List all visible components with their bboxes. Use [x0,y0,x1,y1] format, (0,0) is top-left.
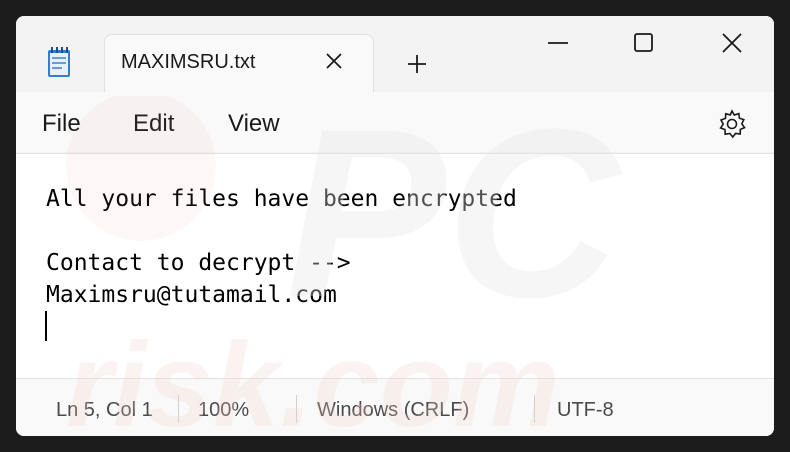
status-line-ending[interactable]: Windows (CRLF) [317,399,469,422]
status-divider [534,395,535,423]
status-bar: Ln 5, Col 1 100% Windows (CRLF) UTF-8 [16,378,774,436]
status-divider [296,395,297,423]
editor-line-4: Maximsru@tutamail.com [46,282,337,308]
maximize-icon[interactable] [622,26,666,60]
status-zoom[interactable]: 100% [198,399,249,422]
menu-bar: File Edit View [16,92,774,152]
notepad-window: MAXIMSRU.txt File Edit View All your fil… [16,16,774,436]
text-caret [45,311,47,341]
menu-view[interactable]: View [228,110,280,138]
minimize-icon[interactable] [536,26,580,60]
status-encoding[interactable]: UTF-8 [557,399,614,422]
notepad-icon [48,47,70,77]
tab-title: MAXIMSRU.txt [121,51,256,73]
editor-line-1: All your files have been encrypted [46,186,517,212]
status-cursor-position: Ln 5, Col 1 [56,399,153,421]
plus-icon[interactable] [402,49,432,79]
gear-icon[interactable] [716,108,748,140]
editor-line-3: Contact to decrypt --> [46,250,351,276]
close-icon[interactable] [319,46,349,76]
close-icon[interactable] [710,26,754,60]
menu-file[interactable]: File [42,110,81,138]
title-bar: MAXIMSRU.txt [16,16,774,93]
text-editor[interactable]: All your files have been encrypted Conta… [16,153,774,378]
menu-edit[interactable]: Edit [133,110,174,138]
tab-maximsru[interactable]: MAXIMSRU.txt [104,34,374,93]
status-divider [178,395,179,423]
